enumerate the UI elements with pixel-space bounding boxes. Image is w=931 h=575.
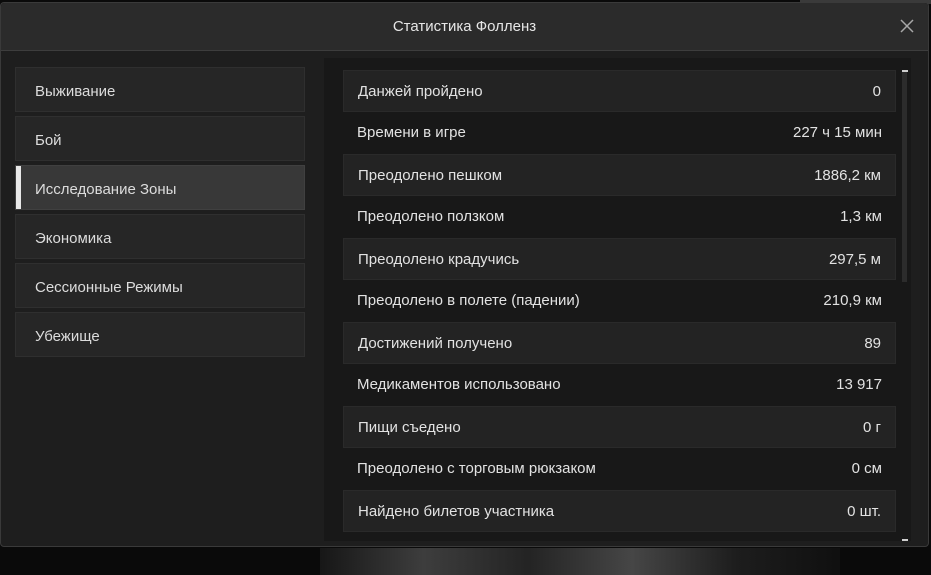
sidebar-item-label: Исследование Зоны — [35, 181, 177, 198]
stat-row: Найдено билетов участника 0 шт. — [343, 490, 896, 532]
stat-row: Медикаментов использовано 13 917 — [343, 364, 896, 406]
stat-value: 227 ч 15 мин — [792, 124, 882, 141]
close-icon — [900, 19, 914, 33]
stat-label: Преодолено в полете (падении) — [357, 292, 580, 309]
stat-value: 1886,2 км — [814, 167, 881, 184]
stat-value: 210,9 км — [823, 292, 882, 309]
sidebar-item-survival[interactable]: Выживание — [15, 67, 305, 112]
stat-row: Преодолено крадучись 297,5 м — [343, 238, 896, 280]
sidebar-item-label: Убежище — [35, 328, 100, 345]
stat-label: Достижений получено — [358, 335, 513, 352]
stat-label: Преодолено ползком — [357, 208, 505, 225]
stat-value: 297,5 м — [828, 251, 881, 268]
scrollbar-thumb[interactable] — [902, 72, 907, 282]
stat-value: 0 г — [863, 419, 881, 436]
background-scene-bottom — [320, 548, 840, 575]
sidebar-item-label: Сессионные Режимы — [35, 279, 183, 296]
sidebar-item-label: Бой — [35, 132, 62, 149]
stat-label: Преодолено крадучись — [358, 251, 520, 268]
stat-row: Достижений получено 89 — [343, 322, 896, 364]
stat-row: Преодолено с торговым рюкзаком 0 см — [343, 448, 896, 490]
category-sidebar: Выживание Бой Исследование Зоны Экономик… — [15, 67, 305, 361]
stat-value: 89 — [864, 335, 881, 352]
stat-value: 0 шт. — [847, 503, 881, 520]
sidebar-item-label: Выживание — [35, 83, 116, 100]
sidebar-item-session-modes[interactable]: Сессионные Режимы — [15, 263, 305, 308]
stat-row: Времени в игре 227 ч 15 мин — [343, 112, 896, 154]
sidebar-item-shelter[interactable]: Убежище — [15, 312, 305, 357]
stat-label: Преодолено пешком — [358, 167, 503, 184]
stat-row: Преодолено ползком 1,3 км — [343, 196, 896, 238]
stat-value: 0 см — [851, 460, 882, 477]
stat-value: 13 917 — [836, 376, 882, 393]
stats-list[interactable]: Данжей пройдено 0 Времени в игре 227 ч 1… — [343, 70, 896, 532]
close-button[interactable] — [898, 17, 916, 35]
sidebar-item-label: Экономика — [35, 230, 112, 247]
stat-label: Времени в игре — [357, 124, 466, 141]
stat-row: Преодолено пешком 1886,2 км — [343, 154, 896, 196]
stat-label: Преодолено с торговым рюкзаком — [357, 460, 596, 477]
scroll-track-bottom-cap — [902, 539, 908, 541]
sidebar-item-zone-exploration[interactable]: Исследование Зоны — [15, 165, 305, 210]
dialog-title: Статистика Фолленз — [392, 18, 537, 35]
sidebar-item-economy[interactable]: Экономика — [15, 214, 305, 259]
stat-label: Данжей пройдено — [358, 83, 483, 100]
stat-value: 0 — [872, 83, 881, 100]
stat-label: Пищи съедено — [358, 419, 461, 436]
stat-row: Данжей пройдено 0 — [343, 70, 896, 112]
active-indicator — [16, 166, 21, 209]
stat-label: Медикаментов использовано — [357, 376, 561, 393]
stat-row: Пищи съедено 0 г — [343, 406, 896, 448]
dialog-titlebar: Статистика Фолленз — [1, 3, 928, 51]
stat-row: Преодолено в полете (падении) 210,9 км — [343, 280, 896, 322]
stat-value: 1,3 км — [840, 208, 882, 225]
sidebar-item-combat[interactable]: Бой — [15, 116, 305, 161]
stat-label: Найдено билетов участника — [358, 503, 555, 520]
